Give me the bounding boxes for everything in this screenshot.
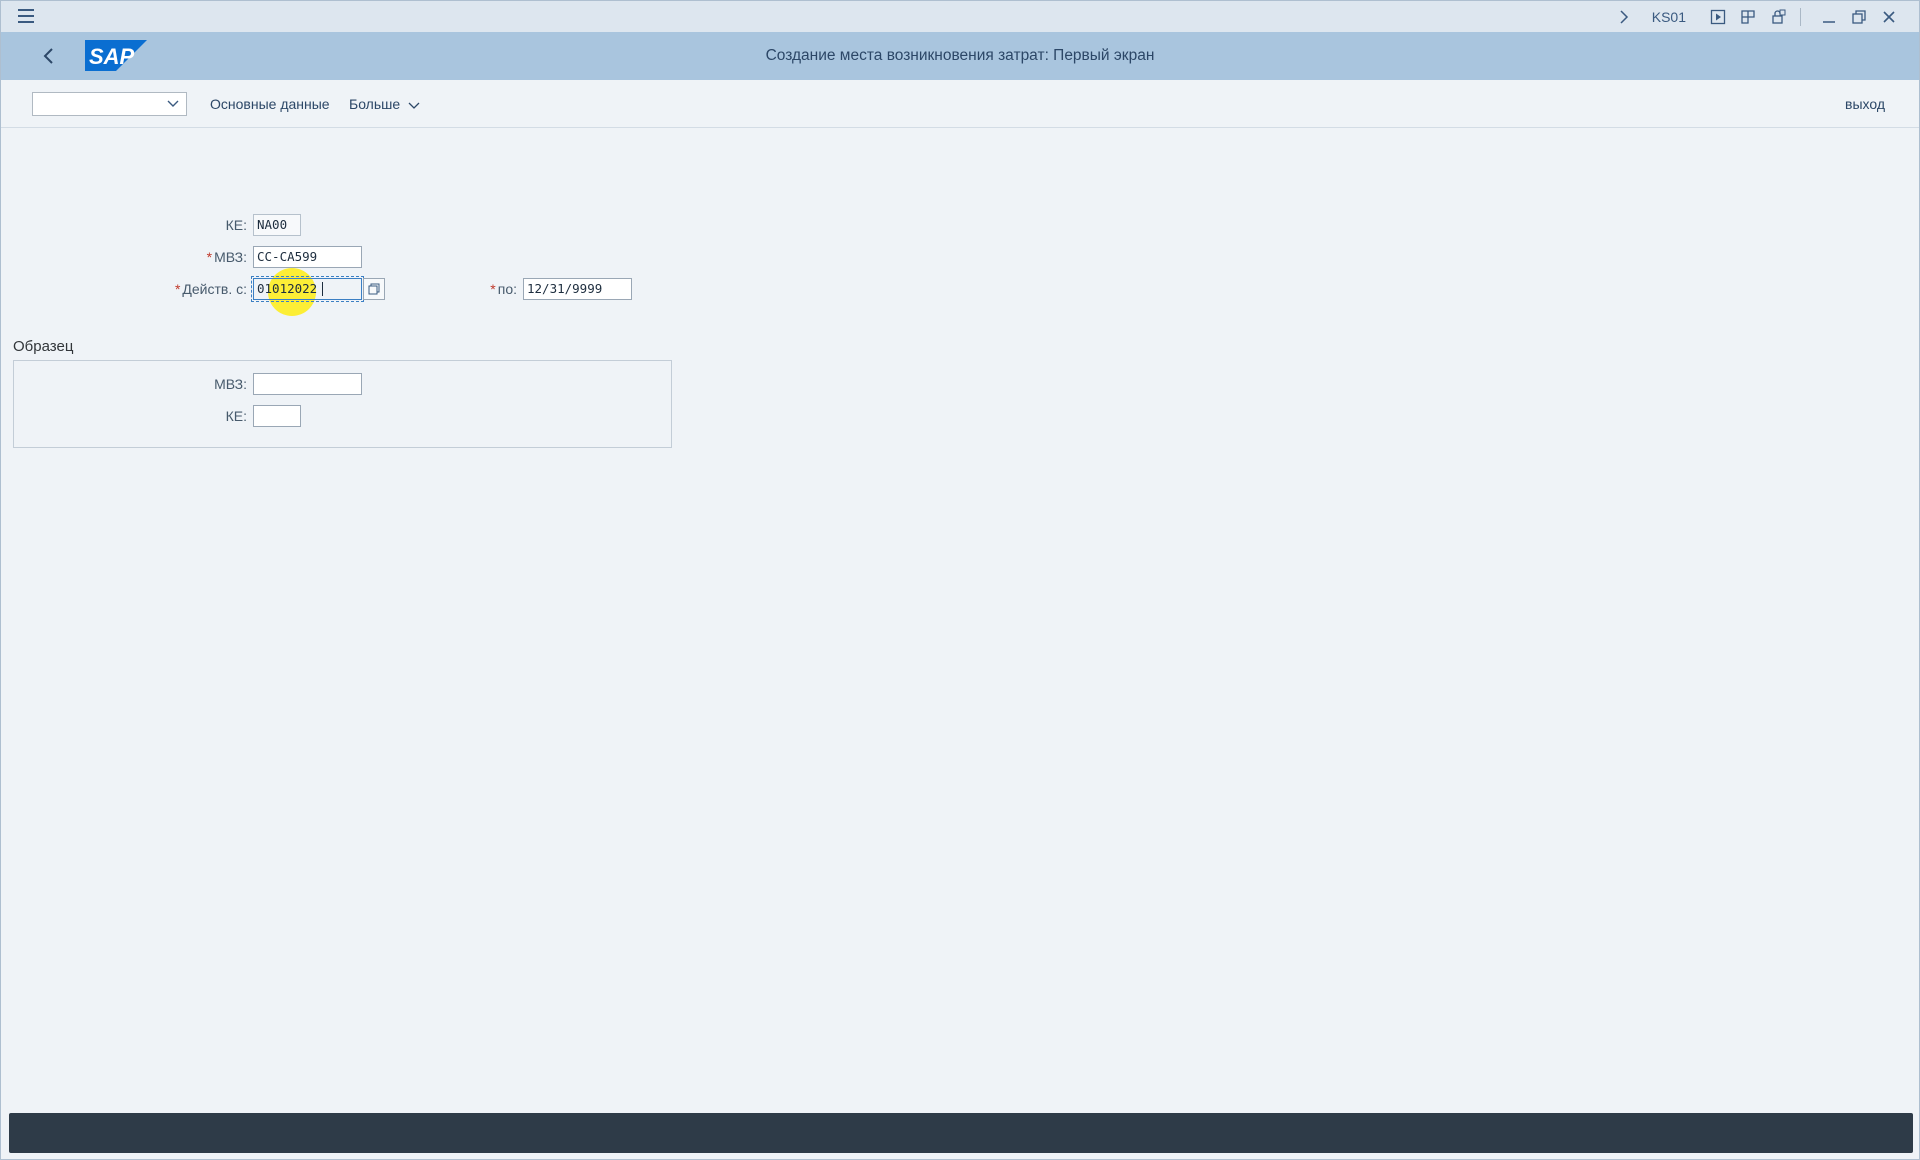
transaction-code[interactable]: KS01 [1652,9,1686,25]
separator [1800,7,1801,26]
layout-icon[interactable] [1736,5,1760,29]
restore-icon[interactable] [1847,5,1871,29]
mvz-label: * МВЗ: [181,246,247,268]
ke-field[interactable]: NA00 [253,214,301,236]
text-caret [322,282,323,296]
value-help-button[interactable] [363,278,385,300]
more-button[interactable]: Больше [349,93,420,115]
mvz-label-text: МВЗ: [214,249,247,265]
sap-gui-window: KS01 SAP Создание места возникновения за… [0,0,1920,1160]
chevron-right-icon[interactable] [1612,5,1636,29]
chevron-down-icon [167,100,179,107]
required-marker: * [490,281,496,297]
close-icon[interactable] [1877,5,1901,29]
required-marker: * [206,249,213,265]
minimize-icon[interactable] [1817,5,1841,29]
valid-from-label-text: Действ. с: [182,281,247,297]
master-data-button[interactable]: Основные данные [210,93,330,115]
template-ke-field[interactable] [253,405,301,427]
menu-icon[interactable] [18,9,34,23]
value-help-icon [368,283,380,295]
valid-from-field[interactable]: 01012022 [251,276,364,302]
required-marker: * [174,281,181,297]
chevron-down-icon [408,102,420,110]
template-mvz-label: МВЗ: [214,376,247,392]
valid-to-field[interactable]: 12/31/9999 [523,278,632,300]
valid-from-label: * Действ. с: [151,278,247,300]
page-title: Создание места возникновения затрат: Пер… [765,47,1155,64]
template-mvz-field[interactable] [253,373,362,395]
system-bar: KS01 [1,1,1919,33]
template-group-title: Образец [13,338,74,355]
status-bar[interactable] [9,1113,1913,1153]
valid-to-label-text: по: [497,281,517,297]
valid-to-label: * по: [471,278,517,300]
execute-icon[interactable] [1706,5,1730,29]
command-dropdown[interactable] [32,92,187,116]
template-ke-label: КЕ: [225,408,247,424]
exit-button[interactable]: выход [1845,93,1885,115]
mvz-field[interactable]: CC-CA599 [253,246,362,268]
title-bar: SAP Создание места возникновения затрат:… [1,32,1919,80]
lock-icon[interactable] [1766,5,1790,29]
ke-label: КЕ: [225,217,247,233]
application-toolbar: Основные данные Больше выход [1,80,1919,128]
more-button-label: Больше [349,96,401,112]
